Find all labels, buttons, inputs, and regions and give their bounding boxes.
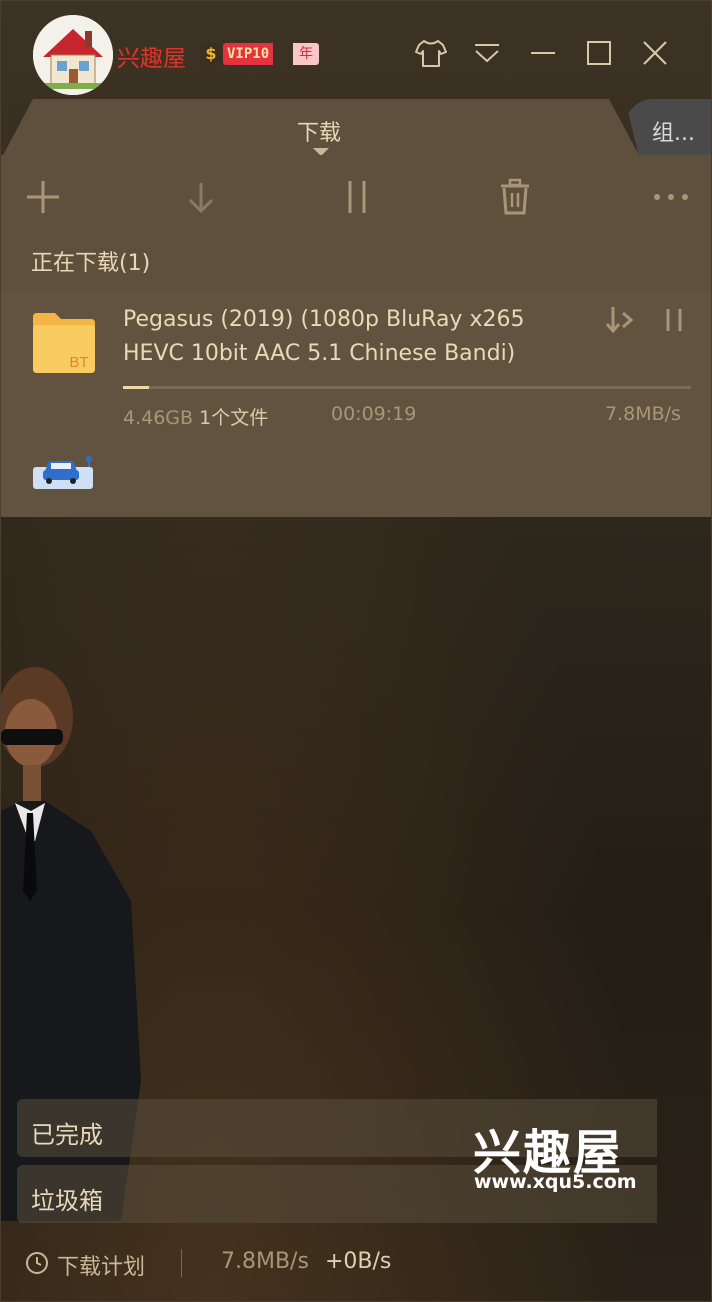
vip-term-badge[interactable]: 年 [293, 43, 319, 65]
coin-badge[interactable]: $ [200, 43, 222, 65]
speed-up-button[interactable] [603, 303, 637, 337]
plus-icon [27, 181, 59, 213]
maximize-button[interactable] [579, 33, 619, 73]
tab-download-label[interactable]: 下载 [297, 115, 341, 147]
minimize-button[interactable] [523, 33, 563, 73]
download-manager-window: 兴趣屋 $ VIP10 年 组... 下载 正在下载(1) BT Pegasus… [0, 0, 712, 1302]
download-title[interactable]: Pegasus (2019) (1080p BluRay x265 HEVC 1… [123, 303, 593, 371]
tshirt-icon [415, 40, 447, 67]
user-avatar[interactable] [33, 15, 113, 95]
more-icon [654, 194, 688, 200]
pause-icon [666, 309, 682, 331]
menu-button[interactable] [467, 33, 507, 73]
maximize-icon [587, 41, 611, 65]
menu-triangle-icon [475, 44, 499, 63]
completed-label[interactable]: 已完成 [31, 1115, 103, 1150]
pause-icon [348, 181, 366, 213]
tab-group-label[interactable]: 组... [652, 115, 695, 147]
status-upload-speed: +0B/s [325, 1249, 392, 1274]
bt-badge: BT [69, 354, 88, 371]
download-title-line1: Pegasus (2019) (1080p BluRay x265 [123, 307, 525, 332]
download-progress-fill [123, 386, 149, 389]
download-remaining-time: 00:09:19 [331, 403, 417, 425]
bt-folder-icon: BT [31, 309, 95, 373]
new-task-button[interactable] [23, 177, 63, 217]
status-download-speed: 7.8MB/s [221, 1249, 309, 1274]
minimize-icon [531, 52, 555, 54]
download-size: 4.46GB [123, 407, 194, 429]
house-logo-icon [33, 15, 113, 95]
close-icon [643, 41, 667, 65]
start-download-button[interactable] [181, 177, 221, 217]
vip-badge[interactable]: VIP10 [223, 43, 274, 65]
close-button[interactable] [635, 33, 675, 73]
skin-button[interactable] [411, 33, 451, 73]
download-speed: 7.8MB/s [605, 403, 681, 425]
downloading-section-title: 正在下载(1) [31, 251, 151, 276]
download-file-count[interactable]: 1个文件 [199, 407, 268, 429]
download-size-info: 4.46GB 1个文件 [123, 403, 268, 430]
download-arrow-icon [188, 183, 214, 214]
delete-button[interactable] [495, 177, 535, 217]
clock-icon[interactable] [25, 1251, 49, 1275]
trash-label[interactable]: 垃圾箱 [31, 1181, 103, 1216]
car-accelerator-icon[interactable] [31, 453, 95, 491]
download-progress-bar [123, 386, 691, 389]
trash-icon [501, 178, 529, 215]
download-plan-button[interactable]: 下载计划 [57, 1249, 145, 1281]
watermark-url: www.xqu5.com [474, 1171, 637, 1193]
more-button[interactable] [651, 177, 691, 217]
download-title-line2: HEVC 10bit AAC 5.1 Chinese Bandi) [123, 341, 516, 366]
status-divider [181, 1249, 182, 1277]
pause-all-button[interactable] [337, 177, 377, 217]
pause-item-button[interactable] [657, 303, 691, 337]
accelerate-icon [605, 307, 634, 334]
brand-name: 兴趣屋 [117, 46, 186, 72]
